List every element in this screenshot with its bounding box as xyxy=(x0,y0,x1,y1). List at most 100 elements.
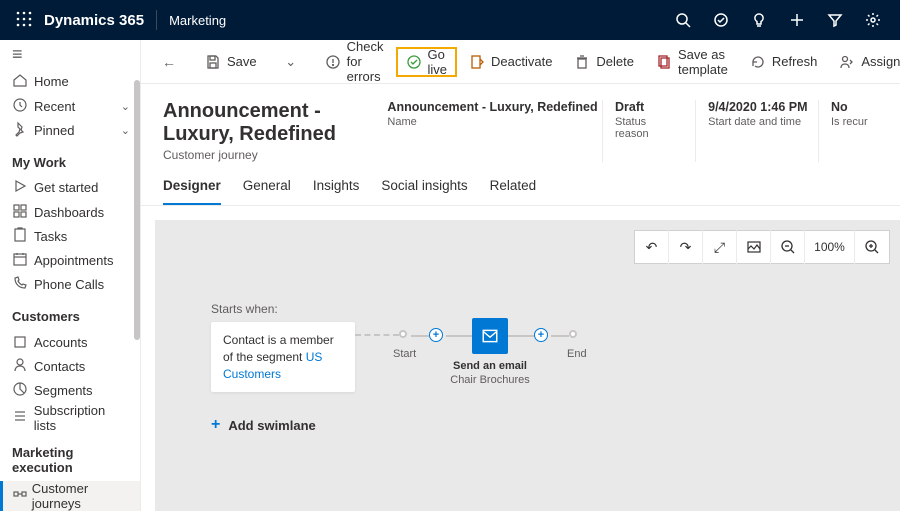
flow-connector xyxy=(446,335,472,337)
cmd-label: Refresh xyxy=(772,54,818,69)
header-field-name: Announcement - Luxury, RedefinedName xyxy=(387,100,586,162)
sidebar-label: Accounts xyxy=(34,335,87,350)
deactivate-button[interactable]: Deactivate xyxy=(459,47,562,77)
zoom-level[interactable]: 100% xyxy=(805,230,855,264)
main: ← Save ⌄ Check for errors Go live Deacti… xyxy=(141,40,900,511)
record-subtitle: Customer journey xyxy=(163,148,387,162)
hamburger-button[interactable]: ≡ xyxy=(0,40,140,70)
sidebar-item-pinned[interactable]: Pinned ⌄ xyxy=(0,118,140,142)
sidebar-label: Home xyxy=(34,74,69,89)
cmd-label: Save as template xyxy=(678,47,728,77)
sidebar-label: Tasks xyxy=(34,229,67,244)
end-label: End xyxy=(567,348,587,360)
undo-button[interactable]: ↶ xyxy=(635,230,669,264)
save-dropdown[interactable]: ⌄ xyxy=(275,47,307,77)
sidebar-label: Customer journeys xyxy=(32,481,130,511)
sidebar-item-getstarted[interactable]: Get started xyxy=(0,176,140,200)
sidebar-scrollbar[interactable] xyxy=(134,80,140,340)
chevron-down-icon: ⌄ xyxy=(121,124,130,137)
sidebar-item-journeys[interactable]: Customer journeys xyxy=(0,481,140,511)
email-icon xyxy=(481,327,499,345)
check-errors-button[interactable]: Check for errors xyxy=(315,47,394,77)
module-name: Marketing xyxy=(169,13,226,28)
sidebar-item-phonecalls[interactable]: Phone Calls xyxy=(0,273,140,297)
app-launcher-icon[interactable] xyxy=(8,11,40,30)
go-live-button[interactable]: Go live xyxy=(396,47,458,77)
tab-general[interactable]: General xyxy=(243,178,291,205)
tab-designer[interactable]: Designer xyxy=(163,178,221,205)
segment-card[interactable]: Contact is a member of the segment US Cu… xyxy=(211,322,355,392)
sidebar-item-sublists[interactable]: Subscription lists xyxy=(0,403,140,433)
start-node[interactable] xyxy=(399,330,407,338)
minimap-button[interactable] xyxy=(737,230,771,264)
sidebar-item-contacts[interactable]: Contacts xyxy=(0,354,140,378)
sidebar-label: Dashboards xyxy=(34,205,104,220)
flow-connector xyxy=(508,335,534,337)
redo-button[interactable]: ↷ xyxy=(669,230,703,264)
sidebar-item-recent[interactable]: Recent⌄ xyxy=(0,94,140,118)
sidebar-item-appointments[interactable]: Appointments xyxy=(0,248,140,272)
end-node[interactable] xyxy=(569,330,577,338)
sidebar-item-home[interactable]: Home xyxy=(0,70,140,94)
brand-name: Dynamics 365 xyxy=(44,12,144,29)
sidebar-item-segments[interactable]: Segments xyxy=(0,379,140,403)
save-template-button[interactable]: Save as template xyxy=(646,47,738,77)
assign-button[interactable]: Assign xyxy=(829,47,900,77)
tile-subtitle: Chair Brochures xyxy=(450,374,530,386)
tab-social-insights[interactable]: Social insights xyxy=(381,178,467,205)
filter-icon[interactable] xyxy=(816,0,854,40)
flow-connector xyxy=(411,335,429,337)
tab-insights[interactable]: Insights xyxy=(313,178,360,205)
sidebar-item-accounts[interactable]: Accounts xyxy=(0,330,140,354)
sidebar-section-mywork: My Work xyxy=(0,143,140,176)
flow-connector xyxy=(551,335,569,337)
add-node-button[interactable]: + xyxy=(429,328,443,342)
designer-canvas[interactable]: ↶ ↷ ⤢ 100% Starts when: Contact is a mem… xyxy=(155,220,900,511)
zoom-out-button[interactable] xyxy=(771,230,805,264)
shell: ≡ Home Recent⌄ Pinned ⌄ My Work Get start… xyxy=(0,40,900,511)
brand-separator xyxy=(156,10,157,30)
refresh-button[interactable]: Refresh xyxy=(740,47,828,77)
zoom-in-button[interactable] xyxy=(855,230,889,264)
sidebar-label: Pinned xyxy=(34,123,74,138)
settings-icon[interactable] xyxy=(854,0,892,40)
cmd-label: Save xyxy=(227,54,257,69)
cmd-label: Go live xyxy=(428,47,448,77)
header-field-recur: NoIs recur xyxy=(818,100,878,162)
top-bar: Dynamics 365 Marketing xyxy=(0,0,900,40)
add-swimlane-button[interactable]: + Add swimlane xyxy=(211,416,316,434)
sidebar-item-tasks[interactable]: Tasks xyxy=(0,224,140,248)
add-swimlane-label: Add swimlane xyxy=(228,418,315,433)
search-icon[interactable] xyxy=(664,0,702,40)
plus-icon: + xyxy=(211,416,220,434)
cmd-label: Deactivate xyxy=(491,54,552,69)
starts-when-label: Starts when: xyxy=(211,302,278,316)
fit-button[interactable]: ⤢ xyxy=(703,230,737,264)
cmd-label: Delete xyxy=(596,54,634,69)
task-icon[interactable] xyxy=(702,0,740,40)
bulb-icon[interactable] xyxy=(740,0,778,40)
save-button[interactable]: Save xyxy=(195,47,267,77)
cmd-label: Assign xyxy=(861,54,900,69)
sidebar-item-dashboards[interactable]: Dashboards xyxy=(0,200,140,224)
sidebar-label: Contacts xyxy=(34,359,85,374)
add-icon[interactable] xyxy=(778,0,816,40)
record-title: Announcement - Luxury, Redefined xyxy=(163,100,387,146)
chevron-down-icon: ⌄ xyxy=(121,100,130,113)
delete-button[interactable]: Delete xyxy=(564,47,644,77)
sidebar-label: Subscription lists xyxy=(34,403,130,433)
form-tabs: Designer General Insights Social insight… xyxy=(141,178,900,206)
header-field-status: DraftStatus reason xyxy=(602,100,679,162)
back-button[interactable]: ← xyxy=(151,47,187,77)
cmd-label: Check for errors xyxy=(347,40,384,84)
add-node-button[interactable]: + xyxy=(534,328,548,342)
top-actions xyxy=(664,0,892,40)
start-label: Start xyxy=(393,348,416,360)
command-bar: ← Save ⌄ Check for errors Go live Deacti… xyxy=(141,40,900,84)
header-field-startdate: 9/4/2020 1:46 PMStart date and time xyxy=(695,100,802,162)
email-tile[interactable] xyxy=(472,318,508,354)
sidebar-label: Segments xyxy=(34,383,93,398)
sidebar-section-marketing: Marketing execution xyxy=(0,433,140,481)
tab-related[interactable]: Related xyxy=(490,178,537,205)
sidebar-label: Phone Calls xyxy=(34,277,104,292)
